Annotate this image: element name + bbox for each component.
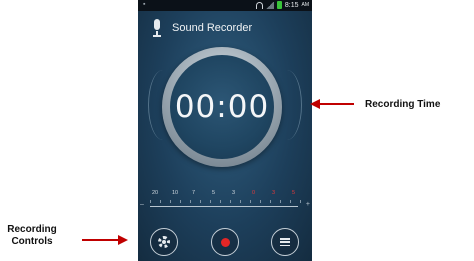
annotation-arrows [82,99,354,245]
recording-time-callout: Recording Time [365,99,441,110]
controls-callout-line1: Recording [7,224,57,235]
recording-controls-callout: Recording Controls [0,224,64,248]
time-arrow [310,99,354,109]
controls-callout-line2: Controls [11,236,53,247]
controls-arrow [82,235,128,245]
